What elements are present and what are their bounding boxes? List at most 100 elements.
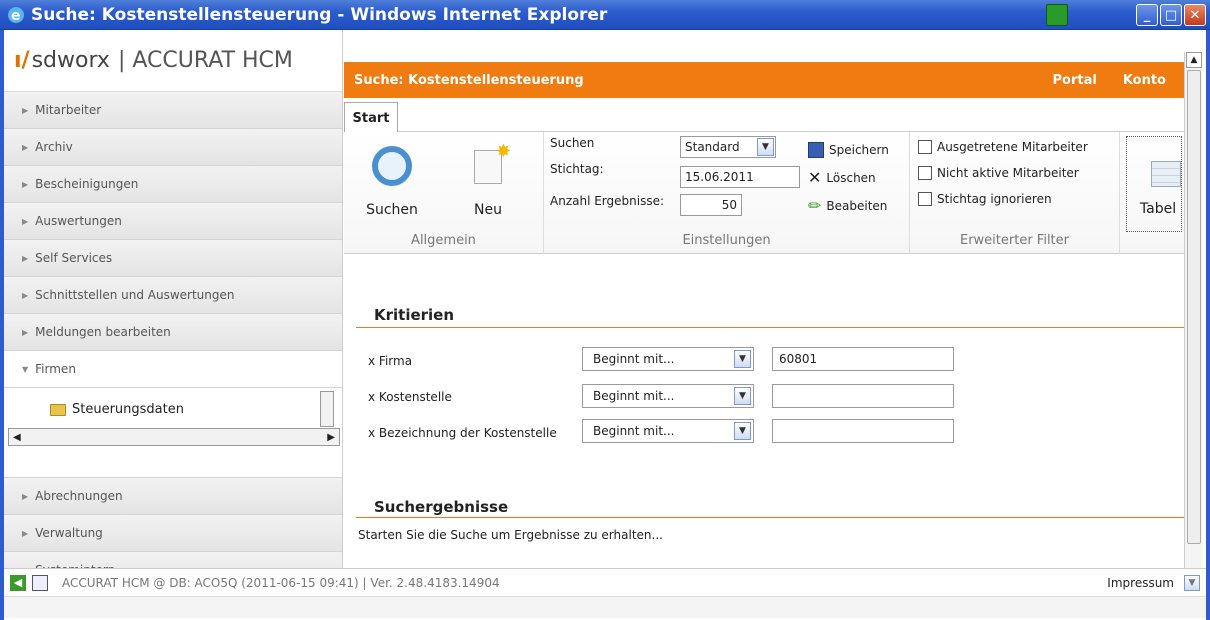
svg-text:e: e (11, 8, 21, 24)
scroll-right-icon[interactable]: ▶ (327, 432, 335, 443)
search-button[interactable]: Suchen (362, 146, 422, 218)
suchen-select[interactable]: Standard ▼ (680, 136, 776, 158)
checkbox-nicht-aktive[interactable]: Nicht aktive Mitarbeiter (918, 166, 1079, 180)
sidebar-item-label: Archiv (35, 140, 73, 154)
portal-link[interactable]: Portal (1052, 73, 1096, 88)
chevron-right-icon: ▶ (22, 491, 29, 501)
close-button[interactable]: ✕ (1184, 4, 1206, 26)
main-panel: Suche: Kostenstellensteuerung Portal Kon… (344, 62, 1184, 568)
minimize-button[interactable]: _ (1136, 4, 1158, 26)
criteria-label: x Kostenstelle (368, 390, 452, 404)
sidebar-item-auswertungen[interactable]: ▶ Auswertungen (4, 203, 342, 240)
chevron-down-icon: ▼ (734, 387, 751, 405)
print-icon[interactable] (32, 574, 48, 591)
sidebar-item-meldungen[interactable]: ▶ Meldungen bearbeiten (4, 314, 342, 351)
criteria-label: x Bezeichnung der Kostenstelle (368, 426, 557, 440)
impressum-link[interactable]: Impressum (1107, 576, 1174, 590)
sidebar-item-self-services[interactable]: ▶ Self Services (4, 240, 342, 277)
page-header: Suche: Kostenstellensteuerung Portal Kon… (344, 62, 1184, 98)
sidebar-item-label: Schnittstellen und Auswertungen (35, 288, 235, 302)
chevron-down-icon: ▼ (757, 138, 774, 156)
window-title: Suche: Kostenstellensteuerung - Windows … (31, 4, 608, 25)
ribbon-tabs: Start (344, 98, 1184, 133)
checkbox-label: Stichtag ignorieren (937, 192, 1052, 206)
anzahl-label: Anzahl Ergebnisse: (550, 194, 665, 208)
save-button[interactable]: Speichern (808, 142, 889, 158)
criteria-operator-select[interactable]: Beginnt mit... ▼ (582, 419, 754, 443)
bottom-horizontal-scrollbar[interactable] (4, 596, 1206, 618)
tab-start[interactable]: Start (344, 102, 398, 133)
criteria-operator-select[interactable]: Beginnt mit... ▼ (582, 347, 754, 371)
criteria-value-input[interactable] (772, 419, 954, 443)
chevron-down-icon: ▼ (734, 422, 751, 440)
chevron-right-icon: ▶ (22, 216, 29, 226)
scroll-up-icon[interactable]: ▲ (1186, 52, 1202, 68)
delete-button[interactable]: ✕ Löschen (808, 168, 876, 187)
page-title: Suche: Kostenstellensteuerung (354, 72, 584, 88)
sidebar-item-bescheinigungen[interactable]: ▶ Bescheinigungen (4, 166, 342, 203)
sidebar-item-verwaltung[interactable]: ▶ Verwaltung (4, 515, 342, 552)
tree-node-label: Steuerungsdaten (72, 402, 184, 417)
criteria-value-input[interactable] (772, 384, 954, 408)
checkbox-stichtag-ignorieren[interactable]: Stichtag ignorieren (918, 192, 1052, 206)
tree-horizontal-scrollbar[interactable]: ◀ ▶ (8, 428, 340, 446)
checkbox-box[interactable] (918, 166, 932, 180)
operator-value: Beginnt mit... (593, 424, 675, 438)
checkbox-box[interactable] (918, 192, 932, 206)
chevron-down-icon[interactable]: ▼ (1184, 574, 1200, 591)
operator-value: Beginnt mit... (593, 389, 675, 403)
chevron-right-icon: ▶ (22, 528, 29, 538)
chevron-down-icon: ▼ (22, 364, 29, 374)
logo-mark-icon: ı/ (14, 48, 30, 73)
anzahl-input[interactable]: 50 (680, 194, 742, 216)
save-icon (808, 142, 824, 158)
edit-button[interactable]: ✏ Beabeiten (808, 196, 887, 215)
back-arrow-icon[interactable]: ◀ (10, 574, 26, 591)
search-icon (372, 146, 412, 186)
tree-node-steuerungsdaten[interactable]: Steuerungsdaten (50, 402, 184, 417)
logo-product: | ACCURAT HCM (117, 48, 293, 73)
results-hint: Starten Sie die Suche um Ergebnisse zu e… (358, 528, 663, 542)
sidebar-item-mitarbeiter[interactable]: ▶ Mitarbeiter (4, 92, 342, 129)
pencil-icon: ✏ (808, 196, 822, 215)
results-divider (356, 517, 1184, 518)
stichtag-input[interactable]: 15.06.2011 (680, 166, 800, 188)
sidebar: ı/ sdworx | ACCURAT HCM ▶ Mitarbeiter ▶ Ar… (4, 30, 343, 589)
sidebar-item-firmen[interactable]: ▼ Firmen (4, 351, 342, 388)
table-button[interactable]: Tabel (1126, 136, 1182, 232)
new-button-label: Neu (474, 202, 502, 218)
search-button-label: Suchen (366, 202, 418, 218)
checkbox-ausgetretene[interactable]: Ausgetretene Mitarbeiter (918, 140, 1088, 154)
suchen-label: Suchen (550, 136, 595, 150)
sidebar-item-label: Abrechnungen (35, 489, 123, 503)
criteria-operator-select[interactable]: Beginnt mit... ▼ (582, 384, 754, 408)
main-vertical-scrollbar[interactable]: ▲ (1184, 52, 1202, 568)
printer-icon[interactable] (1046, 4, 1068, 26)
maximize-button[interactable]: □ (1160, 4, 1182, 26)
delete-label: Löschen (826, 170, 876, 185)
ribbon-group-filter: Ausgetretene Mitarbeiter Nicht aktive Mi… (910, 132, 1120, 254)
ribbon-group-allgemein: Suchen Neu Allgemein (344, 132, 544, 254)
chevron-right-icon: ▶ (22, 253, 29, 263)
checkbox-box[interactable] (918, 140, 932, 154)
sidebar-item-archiv[interactable]: ▶ Archiv (4, 129, 342, 166)
logo: ı/ sdworx | ACCURAT HCM (4, 30, 342, 92)
save-label: Speichern (829, 143, 889, 157)
tree-vertical-scrollbar[interactable] (320, 391, 334, 427)
scrollbar-thumb[interactable] (1187, 70, 1201, 544)
criteria-value-input[interactable]: 60801 (772, 347, 954, 371)
chevron-right-icon: ▶ (22, 105, 29, 115)
sidebar-item-schnittstellen[interactable]: ▶ Schnittstellen und Auswertungen (4, 277, 342, 314)
folder-icon (50, 403, 66, 416)
operator-value: Beginnt mit... (593, 352, 675, 366)
table-icon (1151, 161, 1181, 187)
new-document-icon (474, 141, 511, 184)
scroll-left-icon[interactable]: ◀ (13, 432, 21, 443)
new-button[interactable]: Neu (468, 141, 511, 218)
sidebar-item-abrechnungen[interactable]: ▶ Abrechnungen (4, 478, 342, 515)
konto-link[interactable]: Konto (1123, 73, 1166, 88)
internet-explorer-icon: e (8, 6, 24, 24)
checkbox-label: Nicht aktive Mitarbeiter (937, 166, 1079, 180)
group-label-allgemein: Allgemein (411, 233, 476, 248)
sidebar-item-label: Self Services (35, 251, 113, 265)
